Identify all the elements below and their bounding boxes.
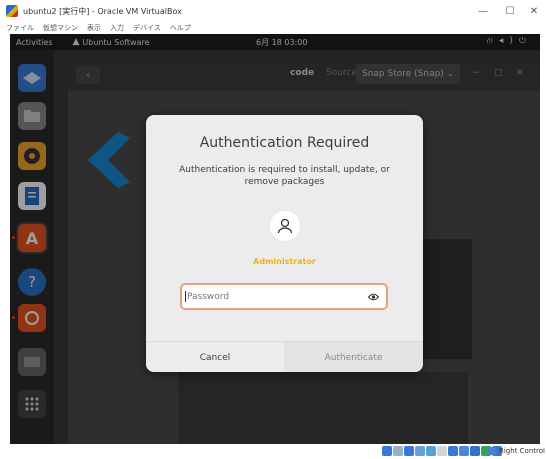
vbox-status-icon[interactable] — [470, 446, 480, 456]
cancel-button[interactable]: Cancel — [146, 342, 284, 372]
vbox-menubar: ファイル 仮想マシン 表示 入力 デバイス ヘルプ — [0, 22, 546, 34]
keyboard-icon — [488, 447, 496, 455]
avatar — [270, 211, 300, 241]
user-icon — [277, 218, 293, 234]
vbox-status-icon[interactable] — [404, 446, 414, 456]
menu-help[interactable]: ヘルプ — [170, 23, 191, 33]
close-button[interactable]: ✕ — [516, 0, 546, 22]
text-caret — [185, 291, 186, 302]
user-name: Administrator — [253, 257, 316, 266]
vbox-titlebar: ubuntu2 [実行中] - Oracle VM VirtualBox — ☐… — [0, 0, 546, 22]
vbox-status-icon[interactable] — [415, 446, 425, 456]
status-icons — [382, 446, 503, 456]
vbox-status-icon[interactable] — [437, 446, 447, 456]
menu-devices[interactable]: デバイス — [133, 23, 161, 33]
password-placeholder: Password — [187, 291, 230, 302]
password-field[interactable]: Password — [180, 283, 388, 310]
menu-input[interactable]: 入力 — [110, 23, 124, 33]
virtualbox-icon — [6, 5, 18, 17]
screenshot-thumbnail — [178, 372, 468, 444]
guest-screen: Activities ▲ Ubuntu Software 6月 18 03:00… — [10, 34, 540, 444]
menu-view[interactable]: 表示 — [87, 23, 101, 33]
window-title: ubuntu2 [実行中] - Oracle VM VirtualBox — [23, 6, 182, 16]
menu-file[interactable]: ファイル — [6, 23, 34, 33]
eye-icon[interactable] — [367, 291, 380, 302]
vbox-status-icon[interactable] — [448, 446, 458, 456]
vbox-statusbar: Right Control — [0, 444, 546, 459]
vbox-status-icon[interactable] — [382, 446, 392, 456]
dialog-message: Authentication is required to install, u… — [179, 165, 390, 187]
vbox-status-icon[interactable] — [393, 446, 403, 456]
dialog-button-bar: Cancel Authenticate — [146, 341, 423, 372]
menu-machine[interactable]: 仮想マシン — [43, 23, 78, 33]
host-key-indicator[interactable]: Right Control — [488, 447, 545, 455]
dialog-title: Authentication Required — [199, 135, 370, 151]
vbox-status-icon[interactable] — [426, 446, 436, 456]
authenticate-button[interactable]: Authenticate — [284, 342, 423, 372]
host-key-label: Right Control — [499, 447, 545, 455]
authentication-dialog: Authentication Required Authentication i… — [146, 115, 423, 372]
vbox-status-icon[interactable] — [459, 446, 469, 456]
